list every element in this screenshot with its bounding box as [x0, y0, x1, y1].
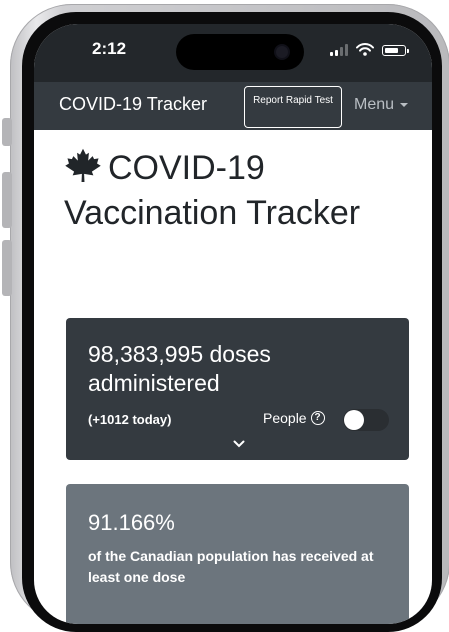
status-bar: 2:12 [34, 24, 432, 82]
signal-icon [330, 44, 348, 56]
menu-toggle[interactable]: Menu [354, 96, 409, 114]
caret-down-icon [400, 103, 409, 107]
population-description: of the Canadian population has received … [88, 548, 374, 585]
toggle-knob [344, 410, 364, 430]
people-toggle-label: People ? [263, 410, 325, 426]
menu-label: Menu [354, 96, 395, 113]
status-time: 2:12 [92, 39, 127, 58]
report-rapid-test-button[interactable]: Report Rapid Test [244, 86, 342, 128]
people-label-text: People [263, 410, 307, 426]
chevron-down-icon[interactable] [233, 440, 245, 448]
camera-icon [276, 46, 288, 58]
navbar-brand[interactable]: COVID-19 Tracker [59, 94, 207, 115]
phone-screen: 2:12 COVID-19 Tracker Report Rapid Test … [34, 24, 432, 624]
doses-administered: 98,383,995 doses administered [88, 341, 271, 396]
page-title: COVID-19 Vaccination Tracker [64, 146, 404, 236]
navbar: COVID-19 Tracker Report Rapid Test Menu [34, 82, 432, 130]
population-percent: 91.166% [88, 510, 175, 535]
doses-today: (+1012 today) [88, 412, 172, 427]
volume-down-button [2, 240, 12, 296]
doses-card[interactable]: 98,383,995 doses administered (+1012 tod… [66, 318, 409, 460]
action-button [2, 118, 12, 146]
wifi-icon [356, 43, 374, 56]
status-icons [330, 42, 409, 56]
people-toggle[interactable] [343, 409, 389, 431]
dynamic-island [176, 34, 304, 70]
population-card: 91.166% of the Canadian population has r… [66, 484, 409, 624]
maple-leaf-icon [65, 148, 101, 182]
help-icon[interactable]: ? [310, 411, 325, 425]
volume-up-button [2, 172, 12, 228]
battery-icon [382, 45, 409, 56]
page-title-text: COVID-19 Vaccination Tracker [64, 149, 361, 232]
